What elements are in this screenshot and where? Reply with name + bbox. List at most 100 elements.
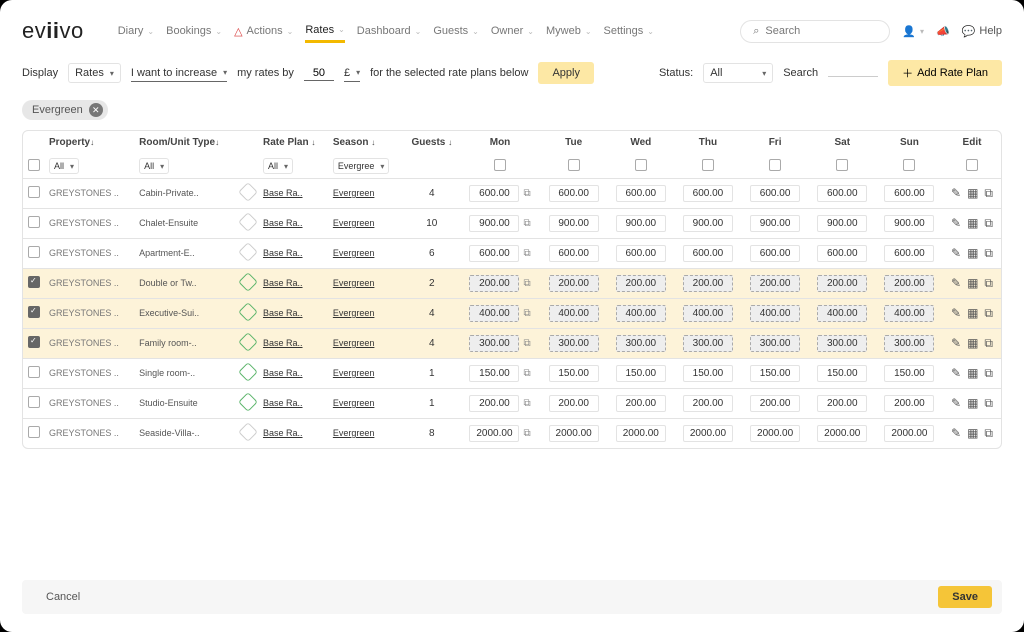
rate-cell[interactable]: 200.00 — [817, 395, 867, 412]
day-checkbox-tue[interactable] — [568, 159, 580, 171]
rate-cell[interactable]: 200.00 — [469, 395, 519, 412]
user-menu[interactable]: 👤▾ — [902, 25, 924, 38]
rate-cell[interactable]: 600.00 — [616, 185, 666, 202]
search-field[interactable] — [828, 70, 878, 77]
rate-cell[interactable]: 400.00 — [750, 305, 800, 322]
rate-cell[interactable]: 600.00 — [750, 245, 800, 262]
rate-cell[interactable]: 900.00 — [817, 215, 867, 232]
select-all-checkbox[interactable] — [28, 159, 40, 171]
cancel-button[interactable]: Cancel — [32, 586, 94, 608]
wand-icon[interactable]: ✎ — [951, 336, 961, 351]
season-link[interactable]: Evergreen — [333, 308, 375, 318]
nav-owner[interactable]: Owner⌄ — [491, 25, 534, 37]
col-season[interactable]: Season ↓ — [329, 131, 404, 154]
season-link[interactable]: Evergreen — [333, 368, 375, 378]
grid-icon[interactable]: ▦ — [967, 366, 978, 381]
grid-icon[interactable]: ▦ — [967, 336, 978, 351]
nav-guests[interactable]: Guests⌄ — [433, 25, 479, 37]
nav-diary[interactable]: Diary⌄ — [118, 25, 154, 37]
col-guests[interactable]: Guests ↓ — [404, 131, 460, 154]
rate-cell[interactable]: 200.00 — [469, 275, 519, 292]
rate-cell[interactable]: 200.00 — [884, 275, 934, 292]
nav-actions[interactable]: △Actions⌄ — [234, 25, 293, 38]
nav-bookings[interactable]: Bookings⌄ — [166, 25, 222, 37]
rate-plan-link[interactable]: Base Ra.. — [263, 278, 303, 288]
row-checkbox[interactable] — [28, 246, 40, 258]
row-checkbox[interactable] — [28, 366, 40, 378]
copy-icon[interactable]: ⧉ — [523, 368, 530, 379]
rate-cell[interactable]: 2000.00 — [616, 425, 666, 442]
rate-cell[interactable]: 600.00 — [683, 245, 733, 262]
rate-cell[interactable]: 200.00 — [616, 395, 666, 412]
rate-cell[interactable]: 200.00 — [884, 395, 934, 412]
season-link[interactable]: Evergreen — [333, 428, 375, 438]
rate-plan-link[interactable]: Base Ra.. — [263, 308, 303, 318]
grid-icon[interactable]: ▦ — [967, 276, 978, 291]
copy-icon[interactable]: ⧉ — [984, 306, 993, 321]
amount-input[interactable] — [304, 66, 334, 81]
copy-icon[interactable]: ⧉ — [523, 218, 530, 229]
filter-room[interactable]: All▾ — [139, 158, 169, 174]
filter-season[interactable]: Evergree▾ — [333, 158, 390, 174]
wand-icon[interactable]: ✎ — [951, 306, 961, 321]
copy-icon[interactable]: ⧉ — [984, 396, 993, 411]
copy-icon[interactable]: ⧉ — [523, 308, 530, 319]
copy-icon[interactable]: ⧉ — [523, 278, 530, 289]
rate-cell[interactable]: 300.00 — [750, 335, 800, 352]
rate-cell[interactable]: 600.00 — [469, 185, 519, 202]
rate-cell[interactable]: 200.00 — [683, 275, 733, 292]
remove-filter-icon[interactable]: ✕ — [89, 103, 103, 117]
wand-icon[interactable]: ✎ — [951, 396, 961, 411]
rate-cell[interactable]: 200.00 — [817, 275, 867, 292]
rate-cell[interactable]: 2000.00 — [884, 425, 934, 442]
grid-icon[interactable]: ▦ — [967, 396, 978, 411]
rate-plan-link[interactable]: Base Ra.. — [263, 248, 303, 258]
day-checkbox-fri[interactable] — [769, 159, 781, 171]
edit-checkbox[interactable] — [966, 159, 978, 171]
rate-cell[interactable]: 200.00 — [616, 275, 666, 292]
rate-cell[interactable]: 300.00 — [549, 335, 599, 352]
day-checkbox-mon[interactable] — [494, 159, 506, 171]
rate-cell[interactable]: 400.00 — [469, 305, 519, 322]
rate-cell[interactable]: 150.00 — [750, 365, 800, 382]
row-checkbox[interactable] — [28, 276, 40, 288]
rate-plan-link[interactable]: Base Ra.. — [263, 368, 303, 378]
season-link[interactable]: Evergreen — [333, 248, 375, 258]
rate-plan-link[interactable]: Base Ra.. — [263, 428, 303, 438]
copy-icon[interactable]: ⧉ — [984, 426, 993, 441]
rate-cell[interactable]: 200.00 — [549, 275, 599, 292]
copy-icon[interactable]: ⧉ — [984, 246, 993, 261]
nav-myweb[interactable]: Myweb⌄ — [546, 25, 592, 37]
nav-settings[interactable]: Settings⌄ — [604, 25, 654, 37]
grid-icon[interactable]: ▦ — [967, 216, 978, 231]
rate-cell[interactable]: 150.00 — [884, 365, 934, 382]
rate-cell[interactable]: 900.00 — [683, 215, 733, 232]
rate-cell[interactable]: 400.00 — [884, 305, 934, 322]
rate-cell[interactable]: 600.00 — [549, 245, 599, 262]
filter-property[interactable]: All▾ — [49, 158, 79, 174]
rate-cell[interactable]: 300.00 — [469, 335, 519, 352]
row-checkbox[interactable] — [28, 396, 40, 408]
rate-cell[interactable]: 600.00 — [616, 245, 666, 262]
rate-cell[interactable]: 2000.00 — [683, 425, 733, 442]
rate-cell[interactable]: 150.00 — [817, 365, 867, 382]
wand-icon[interactable]: ✎ — [951, 366, 961, 381]
rate-cell[interactable]: 200.00 — [750, 395, 800, 412]
add-rate-plan-button[interactable]: ＋Add Rate Plan — [888, 60, 1002, 86]
wand-icon[interactable]: ✎ — [951, 216, 961, 231]
rate-cell[interactable]: 900.00 — [750, 215, 800, 232]
row-checkbox[interactable] — [28, 306, 40, 318]
season-link[interactable]: Evergreen — [333, 218, 375, 228]
apply-button[interactable]: Apply — [538, 62, 594, 84]
rate-cell[interactable]: 300.00 — [683, 335, 733, 352]
season-link[interactable]: Evergreen — [333, 188, 375, 198]
rate-cell[interactable]: 200.00 — [750, 275, 800, 292]
grid-icon[interactable]: ▦ — [967, 186, 978, 201]
rate-cell[interactable]: 2000.00 — [750, 425, 800, 442]
wand-icon[interactable]: ✎ — [951, 426, 961, 441]
rate-cell[interactable]: 300.00 — [884, 335, 934, 352]
row-checkbox[interactable] — [28, 216, 40, 228]
rate-cell[interactable]: 400.00 — [616, 305, 666, 322]
rate-cell[interactable]: 900.00 — [549, 215, 599, 232]
help-link[interactable]: 💬 Help — [962, 25, 1002, 38]
